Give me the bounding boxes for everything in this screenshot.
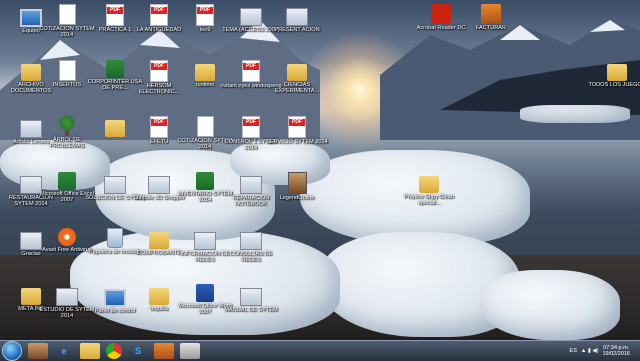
desktop-icon[interactable]: MANUAL DE SYTEM [220,284,282,313]
doc-icon [58,4,76,25]
avast-icon [58,228,76,246]
taskbar-app-icon[interactable] [154,343,174,359]
pdf-icon [150,4,168,26]
doc-icon [196,116,214,137]
pdf-icon [150,60,168,82]
desktop-icon[interactable]: CIENCIAS EXPERIMENTA... [266,60,328,94]
taskbar-skype-icon[interactable]: S [128,343,148,359]
gen-icon [240,232,262,250]
gen-icon [240,8,262,26]
doc-icon [58,60,76,81]
xls-icon [58,172,76,190]
taskbar: e S ES ▲ ▮ ◀) 07:34 p.m. 19/02/2016 [0,340,640,361]
gen-icon [286,8,308,26]
tray-icons[interactable]: ▲ ▮ ◀) [581,348,599,354]
word-icon [196,284,214,302]
folder-icon [149,232,169,249]
clock[interactable]: 07:34 p.m. 19/02/2016 [602,345,630,358]
bin-icon [107,228,123,248]
gen-icon [104,176,126,194]
desktop-icon-label: CONSULTAS DE REDES [229,251,273,264]
mon-icon [104,289,126,307]
wallpaper-ice [480,270,620,340]
folder-icon [195,64,215,81]
taskbar-app-icon[interactable] [180,343,200,359]
xls-icon [106,60,124,78]
game-icon [287,172,307,194]
language-indicator[interactable]: ES [570,348,577,354]
desktop-icon-label: LegendOnline [279,195,315,201]
tree-icon [57,116,77,136]
pdf-icon [196,4,214,26]
pdf-icon [106,4,124,26]
desktop-icon-label: TODOS LOS JUEGOS [588,82,640,88]
desktop-icon[interactable]: TODOS LOS JUEGOS [586,60,640,88]
gen-icon [148,176,170,194]
clock-date: 19/02/2016 [602,351,630,357]
desktop-icon[interactable]: PRESENT ACION [266,4,328,33]
desktop-icon[interactable]: Polyline Shpy Clean special... [398,172,460,206]
desktop-icon[interactable]: LegendOnline [266,172,328,201]
gen-icon [194,232,216,250]
desktop-icon[interactable]: CONSULTAS DE REDES [220,228,282,263]
pdf-icon [242,60,260,82]
taskbar-chrome-icon[interactable] [106,343,122,359]
acrobat-icon [431,4,451,24]
folder-icon [419,176,439,193]
gen-icon [56,288,78,306]
taskbar-game-icon[interactable] [28,343,48,359]
system-tray: ES ▲ ▮ ◀) 07:34 p.m. 19/02/2016 [570,341,640,361]
desktop-icon-label: Polyline Shpy Clean special... [403,194,455,207]
taskbar-folder-icon[interactable] [80,343,100,359]
desktop-icon[interactable]: FACTURAR [460,4,522,31]
gen-icon [240,288,262,306]
desktop-icon-label: FACTURAR [475,25,507,31]
taskbar-ie-icon[interactable]: e [54,343,74,359]
wallpaper-ice [520,105,630,123]
desktop-icon-label: CIENCIAS EXPERIMENTA... [274,82,320,95]
desktop-icon-label: MANUAL DE SYTEM [224,307,278,313]
factura-icon [481,4,501,24]
start-button[interactable] [2,341,22,361]
pdf-icon [242,116,260,138]
pdf-icon [288,116,306,138]
gen-icon [240,176,262,194]
folder-icon [607,64,627,81]
pdf-icon [150,116,168,138]
xls-icon [196,172,214,190]
desktop-icon-label: ÁRBOL DE PROBLEMAS [49,137,85,150]
desktop-icon[interactable]: SERVICIO SYTEM 2014 [266,116,328,145]
folder-icon [105,120,125,137]
desktop-icon-label: SERVICIO SYTEM 2014 [266,139,328,145]
desktop-icon-label: PRESENT ACION [274,27,320,33]
folder-icon [287,64,307,81]
folder-icon [149,288,169,305]
